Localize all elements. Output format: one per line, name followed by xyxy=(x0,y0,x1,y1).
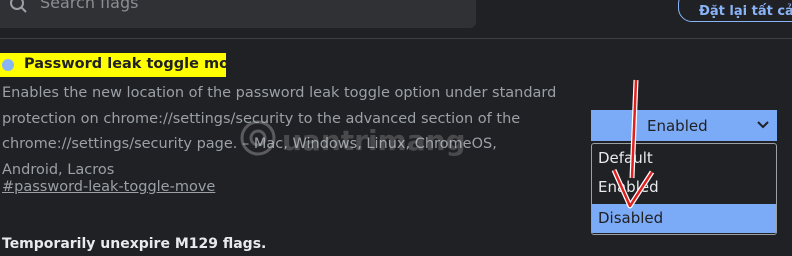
option-disabled[interactable]: Disabled xyxy=(592,204,776,233)
watermark-logo-icon xyxy=(240,120,276,156)
top-bar: Search flags Đặt lại tất cả xyxy=(0,0,792,39)
flag-title: Password leak toggle move xyxy=(24,56,249,72)
search-input[interactable]: Search flags xyxy=(0,0,476,28)
flag-select[interactable]: Enabled xyxy=(591,110,777,141)
chevron-down-icon xyxy=(757,121,769,129)
option-default[interactable]: Default xyxy=(592,144,776,173)
flag-status-dot xyxy=(2,59,14,71)
flag-anchor-link[interactable]: #password-leak-toggle-move xyxy=(2,179,215,195)
search-placeholder: Search flags xyxy=(40,0,139,12)
flag-title-highlight: Password leak toggle move xyxy=(0,53,248,77)
search-icon xyxy=(10,0,27,13)
flag-select-value: Enabled xyxy=(647,117,708,135)
watermark-text: uantrimang xyxy=(282,124,466,157)
flag-select-dropdown: Default Enabled Disabled xyxy=(591,143,777,235)
next-flag-title: Temporarily unexpire M129 flags. xyxy=(2,236,267,252)
option-enabled[interactable]: Enabled xyxy=(592,173,776,202)
reset-all-button[interactable]: Đặt lại tất cả xyxy=(678,0,792,22)
